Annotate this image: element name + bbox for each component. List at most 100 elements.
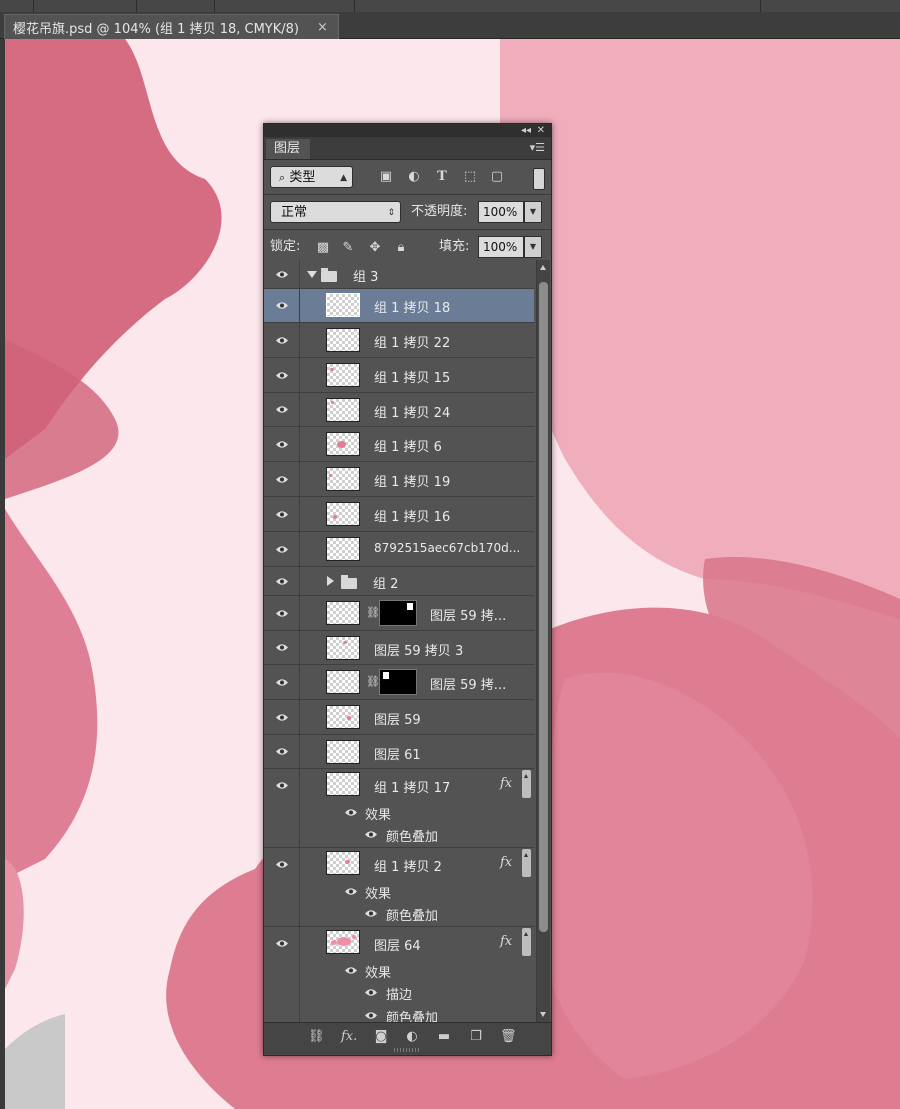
new-layer-icon[interactable]: ❐ (468, 1029, 484, 1045)
link-layers-icon[interactable]: ⛓ (308, 1029, 325, 1045)
lock-position-icon[interactable]: ✥ (368, 241, 382, 255)
visibility-toggle[interactable] (264, 848, 300, 926)
visibility-toggle[interactable] (264, 532, 300, 566)
visibility-toggle[interactable] (264, 260, 300, 288)
visibility-toggle[interactable] (264, 631, 300, 664)
fx-icon[interactable]: fx (500, 934, 512, 949)
layer-row[interactable]: 图层 59 拷贝 3 (264, 631, 534, 665)
eye-icon[interactable] (364, 830, 378, 839)
eye-icon[interactable] (364, 988, 378, 997)
layer-row[interactable]: 图层 61 (264, 735, 534, 769)
layer-mask-thumbnail[interactable] (379, 600, 417, 626)
layer-row[interactable]: 组 1 拷贝 19 (264, 462, 534, 497)
layer-name: 图层 64 (374, 939, 421, 954)
fx-icon[interactable]: fx (500, 855, 512, 870)
visibility-toggle[interactable] (264, 289, 300, 322)
visibility-toggle[interactable] (264, 735, 300, 768)
visibility-toggle[interactable] (264, 427, 300, 461)
panel-titlebar[interactable]: ◂◂ ✕ (264, 124, 551, 137)
layer-row[interactable]: 组 2 (264, 567, 534, 596)
lock-all-icon[interactable]: 🔒︎ (394, 241, 408, 255)
layer-thumbnail (326, 328, 360, 352)
expand-triangle-icon[interactable] (307, 271, 317, 278)
layer-row-with-effects[interactable]: 组 1 拷贝 17 fx 效果 颜色叠加 (264, 769, 534, 848)
visibility-toggle[interactable] (264, 323, 300, 357)
toolbar-separator (760, 0, 761, 12)
smart-object-filter-icon[interactable]: ▢ (490, 170, 504, 184)
visibility-toggle[interactable] (264, 393, 300, 426)
resize-grip[interactable] (394, 1048, 420, 1052)
tab-layers[interactable]: 图层 (266, 139, 310, 159)
layer-row-with-effects[interactable]: 组 1 拷贝 2 fx 效果 颜色叠加 (264, 848, 534, 927)
scroll-up-icon[interactable] (540, 265, 546, 270)
visibility-toggle[interactable] (264, 700, 300, 734)
eye-icon[interactable] (364, 1011, 378, 1020)
layer-mask-thumbnail[interactable] (379, 669, 417, 695)
visibility-toggle[interactable] (264, 567, 300, 595)
visibility-toggle[interactable] (264, 358, 300, 392)
eye-icon[interactable] (344, 808, 358, 817)
fill-dropdown-button[interactable]: ▼ (524, 236, 542, 258)
effect-item: 描边 (386, 988, 413, 1003)
eye-icon[interactable] (344, 887, 358, 896)
layer-row[interactable]: ⛓ 图层 59 拷... (264, 596, 534, 631)
scroll-down-icon[interactable] (540, 1012, 546, 1017)
eye-icon[interactable] (344, 966, 358, 975)
fill-input[interactable]: 100% (478, 236, 524, 258)
add-mask-icon[interactable]: ◙ (373, 1029, 389, 1045)
type-filter-icon[interactable]: T (435, 170, 449, 184)
layer-row[interactable]: 组 1 拷贝 15 (264, 358, 534, 393)
chain-link-icon[interactable]: ⛓ (366, 675, 380, 689)
lock-brush-icon[interactable]: ✎ (341, 241, 355, 255)
layer-row[interactable]: 图层 59 (264, 700, 534, 735)
trash-icon[interactable]: 🗑︎ (500, 1029, 517, 1045)
filter-toggle[interactable] (533, 168, 545, 190)
layer-thumbnail (326, 930, 360, 954)
scrollbar-thumb[interactable] (539, 282, 548, 932)
layer-row[interactable]: 组 1 拷贝 6 (264, 427, 534, 462)
layer-list-scrollbar[interactable] (536, 260, 550, 1022)
effects-expand-button[interactable] (522, 928, 531, 956)
layer-row-selected[interactable]: 组 1 拷贝 18 (264, 289, 534, 323)
layer-row[interactable]: 组 1 拷贝 16 (264, 497, 534, 532)
layer-name: 组 1 拷贝 16 (374, 510, 451, 525)
panel-menu-icon[interactable]: ▾☰ (530, 141, 545, 154)
eye-icon[interactable] (364, 909, 378, 918)
layer-row[interactable]: 8792515aec67cb170d... (264, 532, 534, 567)
folder-icon (321, 268, 337, 282)
layer-row-with-effects[interactable]: 图层 64 fx 效果 描边 颜色叠加 (264, 927, 534, 1022)
visibility-toggle[interactable] (264, 462, 300, 496)
opacity-input[interactable]: 100% (478, 201, 524, 223)
add-style-icon[interactable]: fx. (341, 1029, 357, 1045)
shape-filter-icon[interactable]: ⬚ (463, 170, 477, 184)
adjustment-layer-icon[interactable]: ◐ (404, 1029, 420, 1045)
adjustment-filter-icon[interactable]: ◐ (407, 170, 421, 184)
layer-row[interactable]: 组 1 拷贝 22 (264, 323, 534, 358)
visibility-toggle[interactable] (264, 596, 300, 630)
pixel-filter-icon[interactable]: ▣ (379, 170, 393, 184)
close-icon[interactable]: × (317, 20, 328, 35)
collapse-icon[interactable]: ◂◂ (521, 124, 531, 137)
document-tab[interactable]: 樱花吊旗.psd @ 104% (组 1 拷贝 18, CMYK/8) × (4, 14, 339, 39)
visibility-toggle[interactable] (264, 927, 300, 1022)
new-group-icon[interactable]: ▬ (436, 1029, 452, 1045)
expand-triangle-icon[interactable] (327, 576, 334, 586)
chain-link-icon[interactable]: ⛓ (366, 606, 380, 620)
filter-kind-select[interactable]: ⌕ 类型 ▲ (270, 166, 353, 188)
layer-row[interactable]: ⛓ 图层 59 拷... (264, 665, 534, 700)
opacity-dropdown-button[interactable]: ▼ (524, 201, 542, 223)
blend-mode-select[interactable]: 正常 ⇕ (270, 201, 401, 223)
close-icon[interactable]: ✕ (537, 124, 545, 137)
layer-name: 8792515aec67cb170d... (374, 541, 521, 555)
fx-icon[interactable]: fx (500, 776, 512, 791)
effects-expand-button[interactable] (522, 849, 531, 877)
layer-list[interactable]: 组 3 组 1 拷贝 18 组 1 拷贝 22 组 1 拷贝 15 组 1 拷贝… (264, 260, 551, 1022)
layer-row[interactable]: 组 3 (264, 260, 534, 289)
lock-transparency-icon[interactable]: ▩ (316, 241, 330, 255)
visibility-toggle[interactable] (264, 665, 300, 699)
eye-icon (276, 714, 288, 721)
visibility-toggle[interactable] (264, 497, 300, 531)
layer-row[interactable]: 组 1 拷贝 24 (264, 393, 534, 427)
visibility-toggle[interactable] (264, 769, 300, 847)
effects-expand-button[interactable] (522, 770, 531, 798)
